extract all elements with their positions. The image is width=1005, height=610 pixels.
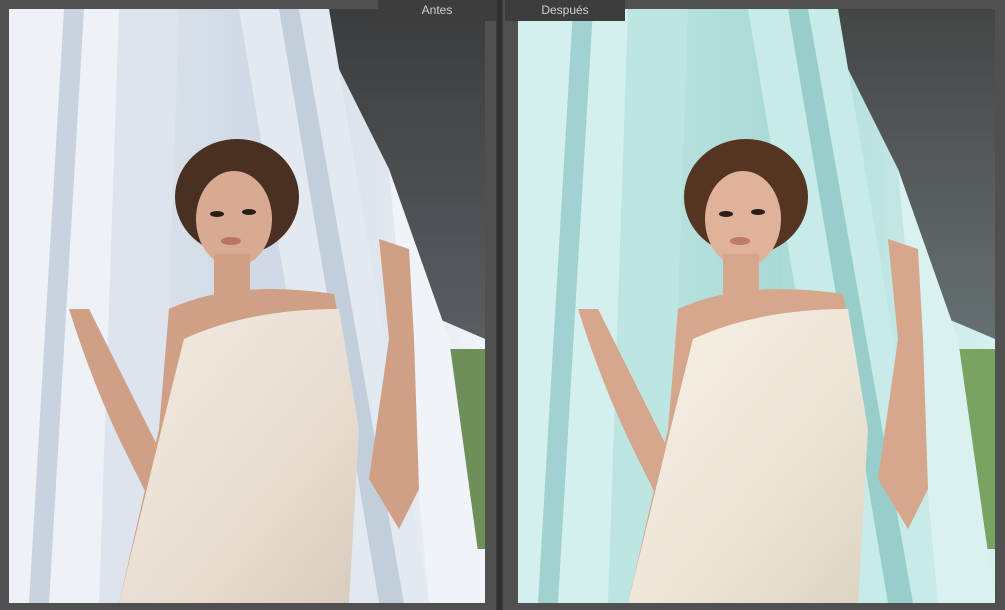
before-label[interactable]: Antes [378,0,496,21]
after-photo [518,9,995,603]
before-photo [9,9,485,603]
split-divider[interactable] [496,0,503,610]
after-pane: Después [503,0,1005,610]
before-after-compare-view: Antes Después [0,0,1005,610]
before-photo-illustration [9,9,485,603]
before-pane: Antes [0,0,496,610]
after-photo-illustration [518,9,995,603]
after-label[interactable]: Después [505,0,625,21]
